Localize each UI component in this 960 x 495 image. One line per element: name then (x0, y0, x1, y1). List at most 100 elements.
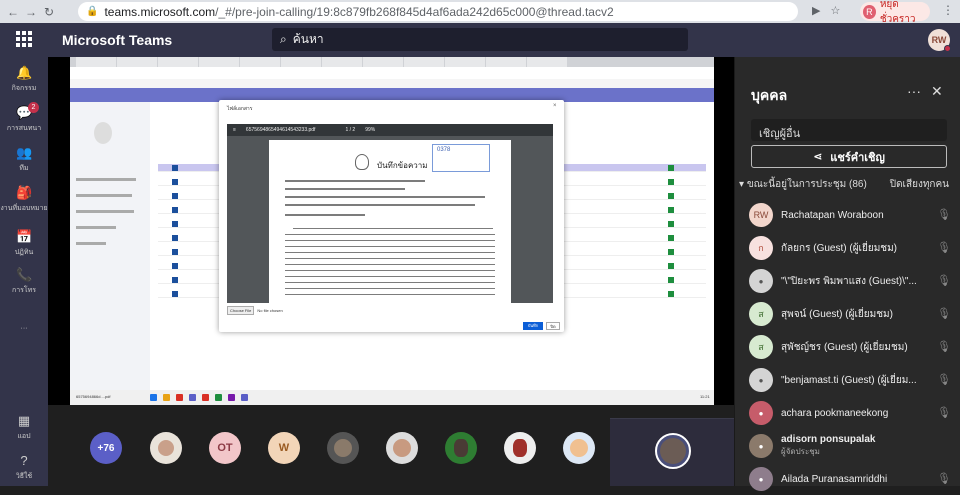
participant-name: สุพจน์ (Guest) (ผู้เยี่ยมชม) (781, 308, 893, 320)
mic-off-icon: 🎙 (937, 275, 951, 287)
participant-role: ผู้จัดประชุม (781, 447, 820, 456)
rail-item-more[interactable]: ··· (0, 307, 48, 332)
participant-row[interactable]: ● "benjamast.ti (Guest) (ผู้เยี่ยม... 🎙 (749, 364, 953, 396)
app-rail: 🔔 กิจกรรม 💬 2 การสนทนา 👥 ทีม 🎒 งานที่มอบหมาย 📅 ปฏิ… (0, 57, 48, 486)
mic-off-icon: 🎙 (937, 209, 951, 221)
rail-item-calendar[interactable]: 📅 ปฏิทิน (0, 229, 48, 258)
rail-label: กิจกรรม (11, 85, 37, 92)
participant-tile[interactable] (563, 432, 595, 464)
participant-name: สุพัชญ์ชร (Guest) (ผู้เยี่ยมชม) (781, 341, 908, 353)
person-icon: ● (758, 408, 764, 418)
avatar: ก (749, 236, 773, 260)
close-icon: × (553, 103, 557, 109)
participant-name: achara pookmaneekong (781, 407, 889, 419)
menu-icon: ≡ (233, 127, 236, 133)
participant-tile[interactable]: W (268, 432, 300, 464)
pdf-zoom: 99% (365, 127, 376, 133)
person-icon: ● (758, 276, 764, 286)
participant-row[interactable]: ● adisorn ponsupalak ผู้จัดประชุม (749, 430, 953, 462)
mute-all-button[interactable]: ปิดเสียงทุกคน (890, 177, 949, 192)
in-meeting-label: ขณะนี้อยู่ในการประชุม (86) (746, 179, 867, 190)
calendar-icon: 📅 (16, 229, 33, 244)
no-file-label: No file chosen (257, 308, 283, 313)
mic-off-icon: 🎙 (937, 407, 951, 419)
app-title: Microsoft Teams (62, 32, 173, 48)
rail-item-apps[interactable]: ▦ แอป (0, 413, 48, 442)
pdf-filename: 6575694865494614543233.pdf (245, 127, 316, 133)
invite-input[interactable]: เชิญผู้อื่น (751, 119, 947, 141)
unread-badge: 2 (28, 102, 39, 113)
choose-file-button: Choose File (227, 306, 255, 315)
avatar: ● (749, 269, 773, 293)
self-view (610, 418, 734, 486)
share-invite-button[interactable]: ⋖ แชร์คำเชิญ (751, 145, 947, 168)
participant-row[interactable]: ส สุพจน์ (Guest) (ผู้เยี่ยมชม) 🎙 (749, 298, 953, 330)
self-avatar (655, 433, 691, 469)
more-options-icon[interactable]: ··· (907, 83, 921, 99)
shared-taskbar: 6575694866d....pdf 11:21 (70, 390, 714, 405)
bell-icon: 🔔 (16, 65, 33, 80)
camera-icon[interactable]: ▶ (812, 4, 820, 17)
mic-off-icon: 🎙 (937, 374, 951, 386)
mic-off-icon: 🎙 (937, 341, 951, 353)
app-launcher-icon[interactable] (16, 31, 32, 47)
participant-tile[interactable] (150, 432, 182, 464)
person-icon: ● (758, 441, 764, 451)
person-icon: ● (758, 375, 764, 385)
browser-toolbar: ← → ↻ 🔒 teams.microsoft.com/_#/pre-join-… (0, 0, 960, 25)
participant-row[interactable]: ● achara pookmaneekong 🎙 (749, 397, 953, 429)
participant-tile[interactable]: OT (209, 432, 241, 464)
participant-tile[interactable] (327, 432, 359, 464)
participant-row[interactable]: ● Ailada Puranasamriddhi 🎙 (749, 463, 953, 495)
shared-address-bar (70, 67, 714, 79)
browser-menu-icon[interactable]: ⋮ (942, 3, 954, 17)
apps-icon: ▦ (17, 413, 31, 428)
rail-label: แอป (17, 433, 31, 440)
participant-row[interactable]: ก กัลยกร (Guest) (ผู้เยี่ยมชม) 🎙 (749, 232, 953, 264)
rail-label: ทีม (19, 165, 29, 172)
rail-item-teams[interactable]: 👥 ทีม (0, 145, 48, 174)
save-button: บันทึก (523, 322, 543, 330)
more-icon (16, 307, 32, 323)
garuda-emblem-icon (355, 154, 369, 170)
profile-button[interactable]: R หยุดชั่วคราว (860, 0, 930, 25)
more-participants-button[interactable]: +76 (90, 432, 122, 464)
search-placeholder: ค้นหา (292, 32, 324, 46)
search-input[interactable]: ⌕ ค้นหา (272, 28, 688, 51)
avatar: ● (749, 401, 773, 425)
participant-row[interactable]: RW Rachatapan Woraboon 🎙 (749, 199, 953, 231)
participant-tile[interactable] (504, 432, 536, 464)
participant-strip: +76 OT W (48, 405, 734, 486)
in-meeting-toggle[interactable]: ▾ ขณะนี้อยู่ในการประชุม (86) (739, 177, 867, 192)
rail-item-bell[interactable]: 🔔 กิจกรรม (0, 65, 48, 94)
teams-header: Microsoft Teams ⌕ ค้นหา RW (0, 23, 960, 57)
mic-off-icon: 🎙 (937, 473, 951, 485)
participant-row[interactable]: ส สุพัชญ์ชร (Guest) (ผู้เยี่ยมชม) 🎙 (749, 331, 953, 363)
star-icon[interactable]: ☆ (830, 4, 840, 17)
participant-row[interactable]: ● "\"ปิยะพร พิมพาแสง (Guest)\"... 🎙 (749, 265, 953, 297)
close-icon[interactable]: ✕ (931, 83, 943, 100)
participant-name: adisorn ponsupalak (781, 434, 876, 445)
stamp-number: 0378 (437, 147, 451, 153)
rail-item-assignments[interactable]: 🎒 งานที่มอบหมาย (0, 185, 48, 214)
rail-label: ปฏิทิน (14, 249, 34, 256)
participant-tile[interactable] (445, 432, 477, 464)
person-icon: ● (758, 474, 764, 484)
rail-item-help[interactable]: ? วิธีใช้ (0, 453, 48, 482)
avatar: ส (749, 302, 773, 326)
rail-item-chat[interactable]: 💬 2 การสนทนา (0, 102, 48, 134)
participant-name: กัลยกร (Guest) (ผู้เยี่ยมชม) (781, 242, 897, 254)
avatar[interactable]: RW (928, 29, 951, 52)
help-icon: ? (20, 453, 28, 468)
rail-item-phone[interactable]: 📞 การโทร (0, 267, 48, 296)
doc-title: บันทึกข้อความ (377, 161, 428, 170)
pdf-toolbar: ≡ 6575694865494614543233.pdf 1 / 2 99% (227, 124, 553, 136)
teams-icon: 👥 (16, 145, 33, 160)
lock-icon: 🔒 (86, 6, 99, 17)
mic-off-icon: 🎙 (937, 242, 951, 254)
participant-tile[interactable] (386, 432, 418, 464)
forward-icon[interactable]: → (22, 5, 40, 19)
reload-icon[interactable]: ↻ (40, 5, 58, 19)
back-icon[interactable]: ← (4, 5, 22, 19)
address-bar[interactable]: 🔒 teams.microsoft.com/_#/pre-join-callin… (78, 2, 798, 21)
